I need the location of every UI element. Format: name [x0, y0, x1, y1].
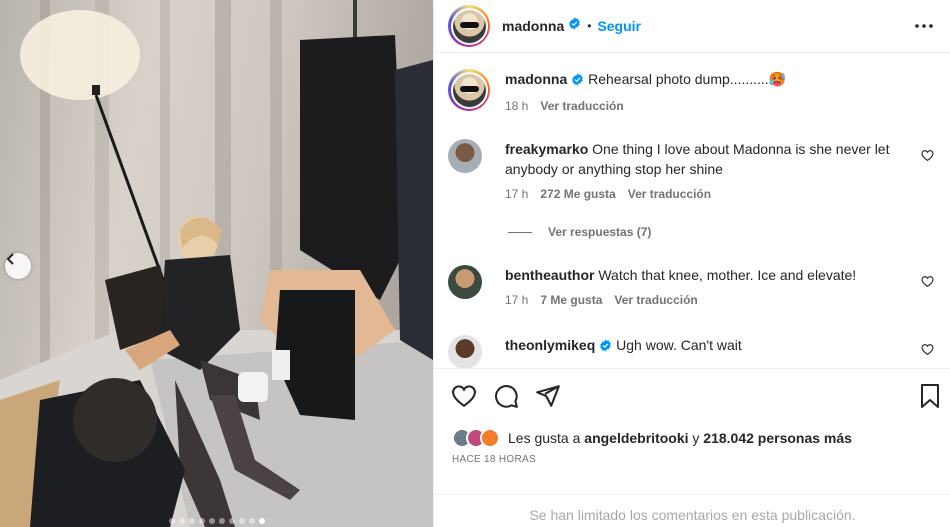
comment-like-icon[interactable] [921, 343, 934, 361]
view-replies-label: Ver respuestas (7) [548, 225, 652, 239]
carousel-dot [248, 518, 255, 524]
verified-icon [568, 17, 581, 35]
caption-time: 18 h [505, 99, 529, 113]
post-panel: madonna • Seguir madonna Rehearsal photo… [433, 0, 950, 527]
comment-likes[interactable]: 272 Me gusta [540, 187, 615, 201]
comment-text: Watch that knee, mother. Ice and elevate… [598, 267, 857, 283]
comment-item: theonlymikeq Ugh wow. Can't wait [448, 335, 938, 368]
post-photo [0, 0, 433, 527]
caption-text: Rehearsal photo dump..........🥵 [588, 71, 787, 87]
view-replies-button[interactable]: Ver respuestas (7) [508, 225, 651, 239]
likes-user-link[interactable]: angeldebritooki [584, 430, 688, 446]
commenter-avatar[interactable] [448, 265, 482, 299]
post-actions: Les gusta a angeldebritooki y 218.042 pe… [434, 368, 950, 527]
comment-item: bentheauthor Watch that knee, mother. Ic… [448, 265, 938, 307]
author-username[interactable]: madonna [502, 18, 564, 34]
carousel-prev-button[interactable] [5, 253, 31, 279]
author-avatar[interactable] [448, 5, 490, 47]
carousel-dot [208, 518, 215, 524]
likes-prefix: Les gusta a [508, 430, 581, 446]
comment-translate-link[interactable]: Ver traducción [628, 187, 711, 201]
liker-avatar [480, 428, 500, 448]
carousel-dot [178, 518, 185, 524]
separator-dot: • [587, 19, 592, 33]
comment-icon[interactable] [493, 383, 519, 414]
comment-text: Ugh wow. Can't wait [616, 337, 742, 353]
comment-username[interactable]: bentheauthor [505, 267, 594, 283]
comment-translate-link[interactable]: Ver traducción [614, 293, 697, 307]
carousel-dot [218, 518, 225, 524]
verified-icon [599, 337, 612, 357]
carousel-dot [238, 518, 245, 524]
share-icon[interactable] [535, 383, 561, 414]
comment-like-icon[interactable] [921, 149, 934, 167]
comment-username[interactable]: theonlymikeq [505, 337, 595, 353]
carousel-dot [168, 518, 175, 524]
bookmark-icon[interactable] [918, 383, 942, 414]
comments-limited-notice: Se han limitado los comentarios en esta … [434, 494, 950, 523]
caption-translate-link[interactable]: Ver traducción [540, 99, 623, 113]
comment-like-icon[interactable] [921, 275, 934, 293]
comment-likes[interactable]: 7 Me gusta [540, 293, 602, 307]
commenter-avatar[interactable] [448, 139, 482, 173]
carousel-dot [228, 518, 235, 524]
comments-list: madonna Rehearsal photo dump..........🥵 … [434, 53, 950, 368]
carousel-dot [188, 518, 195, 524]
caption-avatar[interactable] [448, 69, 490, 111]
likes-connector: y [692, 430, 700, 446]
heart-icon[interactable] [451, 383, 477, 414]
comment-username[interactable]: freakymarko [505, 141, 588, 157]
comment-time: 17 h [505, 293, 529, 307]
post-header: madonna • Seguir [434, 0, 950, 53]
photo-illustration [0, 0, 433, 527]
verified-icon [571, 71, 584, 91]
carousel-dot [258, 518, 265, 524]
likes-summary: Les gusta a angeldebritooki y 218.042 pe… [452, 428, 852, 448]
likes-count-link[interactable]: 218.042 personas más [703, 430, 852, 446]
comment-time: 17 h [505, 187, 529, 201]
commenter-avatar[interactable] [448, 335, 482, 368]
caption: madonna Rehearsal photo dump..........🥵 … [448, 69, 938, 113]
replies-divider [508, 231, 532, 233]
comment-item: freakymarko One thing I love about Madon… [448, 139, 938, 201]
follow-button[interactable]: Seguir [597, 18, 641, 34]
caption-username[interactable]: madonna [505, 71, 567, 87]
more-icon[interactable] [912, 14, 936, 43]
post-timestamp: HACE 18 HORAS [452, 454, 536, 465]
carousel-dots [0, 518, 433, 524]
carousel-dot [198, 518, 205, 524]
